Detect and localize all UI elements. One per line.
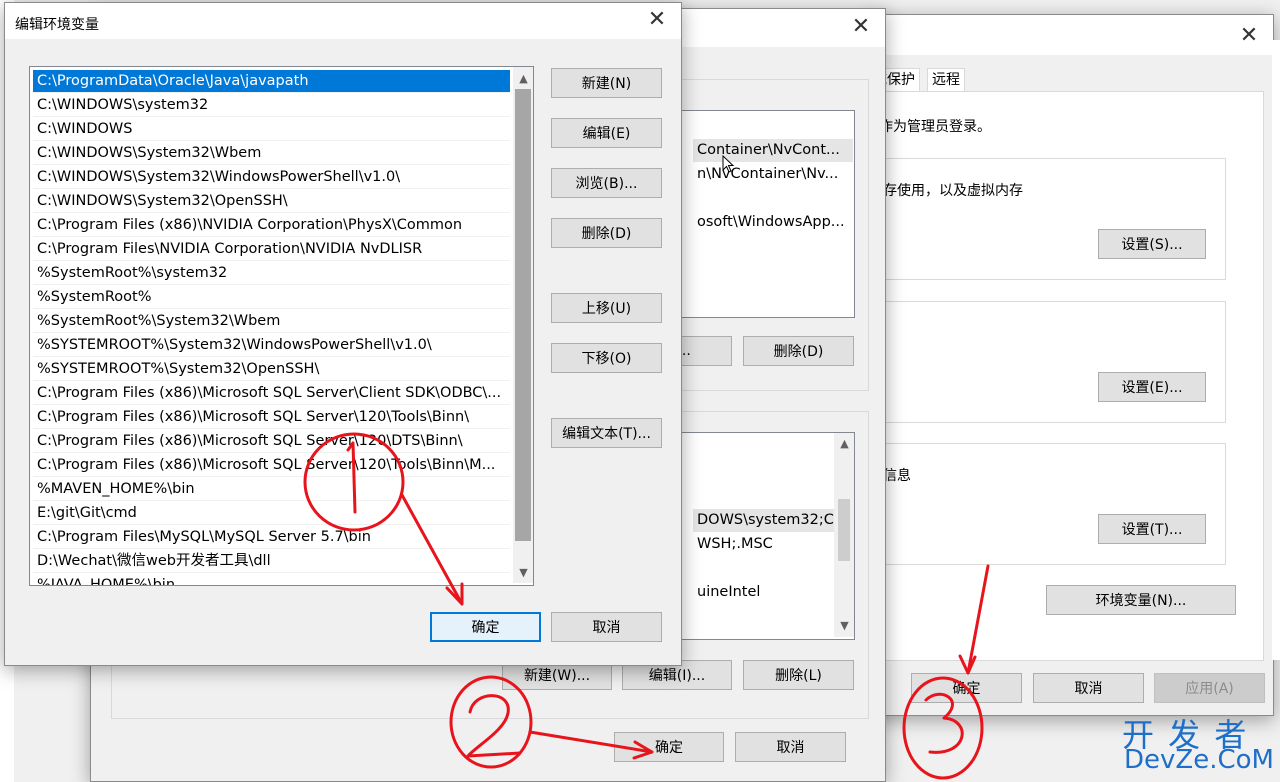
path-list-item[interactable]: E:\git\Git\cmd [33,502,510,525]
delete-button[interactable]: 删除(D) [551,218,662,248]
list-item[interactable]: uineIntel [693,581,853,604]
new-button[interactable]: 新建(N) [551,68,662,98]
chevron-up-icon[interactable]: ▲ [515,70,532,87]
path-list-item[interactable]: %SystemRoot% [33,286,510,309]
titlebar [869,15,1273,55]
cancel-button[interactable]: 取消 [551,612,662,642]
list-item[interactable]: n\NvContainer\Nv... [693,163,853,186]
path-list-item[interactable]: C:\Program Files (x86)\Microsoft SQL Ser… [33,454,510,477]
user-profiles-group: 置 设置(E)... [868,301,1226,423]
performance-group: 内存使用，以及虚拟内存 设置(S)... [868,158,1226,280]
startup-recovery-group: 试信息 设置(T)... [868,443,1226,565]
user-delete-button[interactable]: 删除(D) [743,336,854,366]
ok-button[interactable]: 确定 [430,612,541,642]
path-list-item[interactable]: C:\Program Files\MySQL\MySQL Server 5.7\… [33,526,510,549]
path-list-item[interactable]: %SystemRoot%\system32 [33,262,510,285]
path-list-item[interactable]: C:\WINDOWS\system32 [33,94,510,117]
scrollbar-thumb[interactable] [838,499,850,561]
chevron-down-icon[interactable]: ▼ [515,564,532,581]
path-list-item[interactable]: C:\WINDOWS\System32\WindowsPowerShell\v1… [33,166,510,189]
sysprops-cancel-button[interactable]: 取消 [1033,673,1144,703]
path-list-item[interactable]: %JAVA_HOME%\bin [33,574,510,585]
tab-remote[interactable]: 远程 [927,68,965,91]
envvars-cancel-button[interactable]: 取消 [735,732,846,762]
environment-variables-button[interactable]: 环境变量(N)... [1046,585,1236,615]
path-list-item[interactable]: C:\WINDOWS [33,118,510,141]
close-icon[interactable]: ✕ [1235,23,1263,51]
close-icon[interactable]: ✕ [643,7,671,35]
path-list-item[interactable]: C:\Program Files (x86)\Microsoft SQL Ser… [33,406,510,429]
path-list-item[interactable]: C:\Program Files (x86)\NVIDIA Corporatio… [33,214,510,237]
scrollbar-thumb[interactable] [515,89,531,541]
system-variables-scrollbar[interactable]: ▲ ▼ [834,433,854,637]
path-list-item[interactable]: C:\Program Files\NVIDIA Corporation\NVID… [33,238,510,261]
move-down-button[interactable]: 下移(O) [551,343,662,373]
list-item[interactable]: osoft\WindowsApp... [693,211,853,234]
list-item[interactable]: WSH;.MSC [693,533,853,556]
performance-desc: 内存使用，以及虚拟内存 [869,183,1023,199]
path-list-item[interactable]: C:\WINDOWS\System32\OpenSSH\ [33,190,510,213]
startup-settings-button[interactable]: 设置(T)... [1098,514,1206,544]
admin-note: 作为管理员登录。 [879,119,991,135]
chevron-up-icon[interactable]: ▲ [836,435,853,452]
path-list-scrollbar[interactable]: ▲ ▼ [513,67,533,583]
edit-environment-variable-dialog: 编辑环境变量 ✕ C:\ProgramData\Oracle\Java\java… [4,2,682,666]
path-list-item[interactable]: %MAVEN_HOME%\bin [33,478,510,501]
performance-settings-button[interactable]: 设置(S)... [1098,229,1206,259]
user-profiles-settings-button[interactable]: 设置(E)... [1098,372,1206,402]
list-item[interactable]: DOWS\system32;C... [693,509,853,532]
background-window-right-edge [1272,40,1280,660]
close-icon[interactable]: ✕ [847,14,875,42]
dialog-title: 编辑环境变量 [15,17,99,33]
system-delete-button[interactable]: 删除(L) [743,660,854,690]
path-list-item[interactable]: %SystemRoot%\System32\Wbem [33,310,510,333]
move-up-button[interactable]: 上移(U) [551,293,662,323]
system-properties-dialog: ✕ 统保护 远程 作为管理员登录。 内存使用，以及虚拟内存 设置(S)... 置… [868,14,1274,716]
browse-button[interactable]: 浏览(B)... [551,168,662,198]
chevron-down-icon[interactable]: ▼ [836,617,853,634]
path-list-item[interactable]: %SYSTEMROOT%\System32\OpenSSH\ [33,358,510,381]
path-list-item[interactable]: C:\ProgramData\Oracle\Java\javapath [33,70,510,93]
path-list-item[interactable]: C:\Program Files (x86)\Microsoft SQL Ser… [33,430,510,453]
path-list-item[interactable]: C:\Program Files (x86)\Microsoft SQL Ser… [33,382,510,405]
edit-button[interactable]: 编辑(E) [551,118,662,148]
watermark-line2: DevZe.CoM [1124,745,1274,775]
path-list-item[interactable]: C:\WINDOWS\System32\Wbem [33,142,510,165]
path-list-item[interactable]: %SYSTEMROOT%\System32\WindowsPowerShell\… [33,334,510,357]
sysprops-ok-button[interactable]: 确定 [911,673,1022,703]
edit-text-button[interactable]: 编辑文本(T)... [551,418,662,448]
tab-panel: 作为管理员登录。 内存使用，以及虚拟内存 设置(S)... 置 设置(E)...… [868,91,1264,661]
path-list[interactable]: C:\ProgramData\Oracle\Java\javapath C:\WI… [29,66,534,586]
sysprops-apply-button[interactable]: 应用(A) [1154,673,1265,703]
envvars-ok-button[interactable]: 确定 [614,732,724,762]
mouse-cursor-icon [722,155,734,173]
titlebar [5,3,681,39]
path-list-item[interactable]: D:\Wechat\微信web开发者工具\dll [33,550,510,573]
list-item[interactable]: Container\NvCont... [693,139,853,162]
